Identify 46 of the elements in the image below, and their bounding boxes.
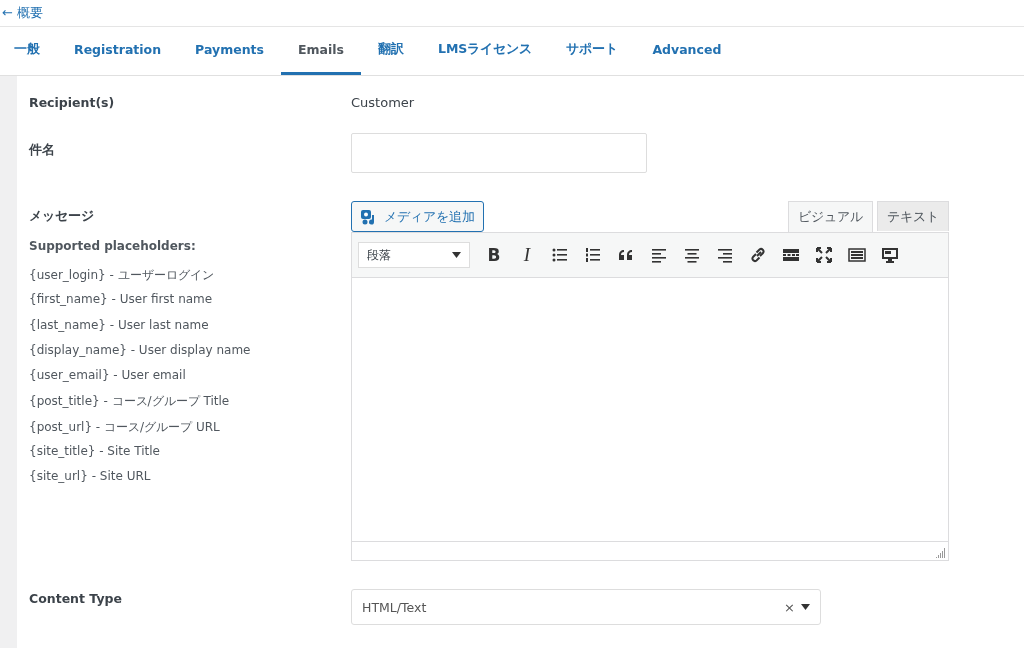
tab[interactable]: Registration (57, 27, 179, 75)
placeholder-description: {site_title} - Site Title (29, 444, 161, 461)
subject-input-field[interactable] (351, 133, 647, 173)
placeholder-description: {display_name} - User display name (29, 342, 252, 359)
tab[interactable]: 一般 (12, 27, 57, 75)
add-media-button[interactable]: メディアを追加 (351, 201, 484, 232)
align-right-icon (716, 246, 734, 264)
tab[interactable]: LMSライセンス (420, 27, 550, 75)
align-left-icon (650, 246, 668, 264)
bullet-list-icon (551, 246, 569, 264)
align-center-icon (683, 246, 701, 264)
placeholder-description: {first_name} - User first name (29, 292, 214, 309)
numbered-list-icon (584, 246, 602, 264)
editor-mode-tab[interactable]: テキスト (877, 201, 949, 231)
expand-arrows-icon (815, 246, 833, 264)
tab[interactable]: 翻訳 (360, 27, 421, 75)
placeholder-description: {post_url} - コース/グループ URL (29, 418, 221, 436)
dropdown-arrow-icon (452, 252, 461, 258)
tab[interactable]: Emails (280, 27, 361, 75)
placeholder-description: {post_title} - コース/グループ Title (29, 393, 231, 411)
placeholder-description: {user_login} - ユーザーログイン (29, 267, 215, 284)
monitor-icon (881, 246, 899, 264)
resize-handle-icon[interactable] (936, 548, 946, 558)
placeholder-description: {user_email} - User email (29, 368, 187, 385)
clear-button[interactable]: × (784, 599, 795, 615)
tab[interactable]: Advanced (635, 27, 739, 75)
field-label: Content Type (29, 590, 123, 608)
placeholders-heading: Supported placeholders: (29, 239, 197, 253)
placeholder-description: {site_url} - Site URL (29, 469, 152, 486)
field-label: 件名 (29, 141, 56, 159)
keyboard-icon (848, 246, 866, 264)
placeholder-description: {last_name} - User last name (29, 317, 210, 334)
tab[interactable]: Payments (178, 27, 281, 75)
format-select[interactable]: 段落 (358, 242, 470, 268)
recipient-value: Customer (351, 95, 415, 112)
content-type-select[interactable]: HTML/Text × (351, 589, 821, 625)
back-link[interactable]: ← 概要 (2, 4, 44, 22)
editor-mode-tab[interactable]: ビジュアル (788, 201, 873, 232)
field-label: メッセージ (29, 207, 95, 225)
link-icon (749, 246, 767, 264)
dropdown-arrow-icon (801, 604, 810, 610)
read-more-icon (782, 246, 800, 264)
tab[interactable]: サポート (549, 27, 636, 75)
italic-button[interactable]: I (512, 240, 542, 270)
field-label: Recipient(s) (29, 95, 116, 112)
bold-button[interactable]: B (479, 240, 509, 270)
